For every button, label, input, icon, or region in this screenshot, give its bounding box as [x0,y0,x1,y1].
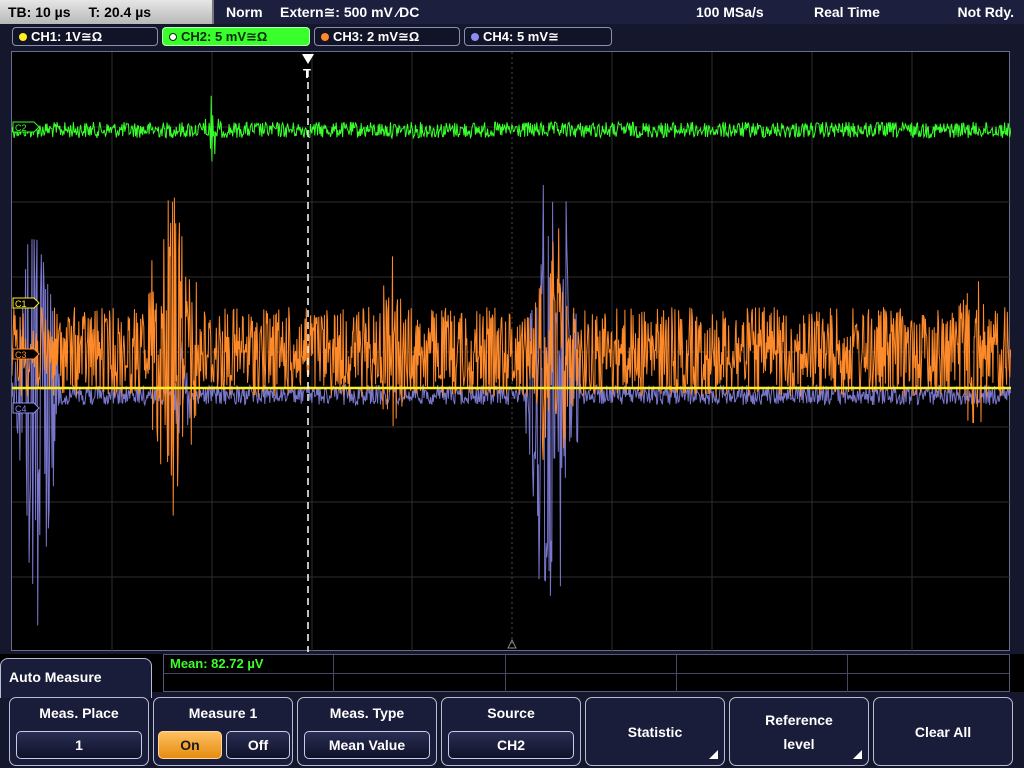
sample-rate: 100 MSa/s [696,4,764,20]
measurement-col-divider [333,655,334,692]
channel-1-label: CH1: 1V≅Ω [31,29,103,44]
channel-1-marker-label: C1 [15,299,27,309]
channel-3-dot-icon [321,33,329,41]
waveform-area: T C2 C1 C3 C4 [0,48,1024,654]
channel-4-offset-marker[interactable]: C4 [12,402,40,414]
meas-type-title: Meas. Type [329,705,405,721]
meas-place-value[interactable]: 1 [16,731,142,759]
submenu-corner-icon [853,750,862,759]
status-bar: TB: 10 µs T: 20.4 µs Norm Extern≅: 500 mV… [0,0,1024,24]
meas-place-title: Meas. Place [39,705,119,721]
measure-1-on-toggle[interactable]: On [158,731,222,759]
waveforms [12,95,1011,626]
channel-2-dot-icon [169,33,177,41]
measure-1-softkey[interactable]: Measure 1 On Off [153,697,293,766]
channel-3-tab[interactable]: CH3: 2 mV≅Ω [314,27,460,46]
channel-3-marker-label: C3 [15,350,27,360]
channel-4-label: CH4: 5 mV≅ [483,29,559,44]
mean-measurement-value: Mean: 82.72 µV [170,656,264,671]
timebase-box[interactable]: TB: 10 µs T: 20.4 µs [0,0,214,24]
channel-2-trace [12,95,1011,162]
menu-title: Auto Measure [9,669,102,685]
meas-type-value[interactable]: Mean Value [304,731,430,759]
waveform-svg: T C2 C1 C3 C4 [12,52,1011,652]
channel-3-label: CH3: 2 mV≅Ω [333,29,420,44]
measurement-col-divider [505,655,506,692]
channel-4-tab[interactable]: CH4: 5 mV≅ [464,27,612,46]
trigger-source[interactable]: Extern≅: 500 mV ⁄DC [280,0,419,24]
channel-1-dot-icon [19,33,27,41]
reference-level-softkey[interactable]: Reference level [729,697,869,766]
measure-1-title: Measure 1 [188,705,258,721]
source-value[interactable]: CH2 [448,731,574,759]
clear-all-label: Clear All [914,724,972,740]
measurement-row-divider [164,673,1009,674]
trigger-time-value: T: 20.4 µs [88,4,152,20]
source-softkey[interactable]: Source CH2 [441,697,581,766]
trigger-mode[interactable]: Norm [226,0,263,24]
trigger-marker-label: T [303,66,311,81]
channel-4-dot-icon [471,33,479,41]
channel-4-marker-label: C4 [15,404,27,414]
measurement-table: Mean: 82.72 µV [163,654,1010,692]
reference-label-line1: Reference [765,712,833,728]
channel-tab-row: CH1: 1V≅Ω CH2: 5 mV≅Ω CH3: 2 mV≅Ω CH4: 5… [0,24,1024,48]
channel-2-offset-marker[interactable]: C2 [12,121,40,133]
statistic-label: Statistic [627,724,683,740]
channel-2-tab[interactable]: CH2: 5 mV≅Ω [162,27,310,46]
channel-1-tab[interactable]: CH1: 1V≅Ω [12,27,158,46]
meas-type-softkey[interactable]: Meas. Type Mean Value [297,697,437,766]
statistic-softkey[interactable]: Statistic [585,697,725,766]
reference-label-line2: level [783,736,815,752]
waveform-display[interactable]: T C2 C1 C3 C4 [11,51,1011,652]
clear-all-softkey[interactable]: Clear All [873,697,1013,766]
channel-2-label: CH2: 5 mV≅Ω [181,29,268,44]
channel-1-offset-marker[interactable]: C1 [12,297,40,309]
timebase-value: TB: 10 µs [8,4,71,20]
acquisition-mode: Real Time [814,4,880,20]
trigger-status: Not Rdy. [957,4,1014,20]
menu-title-tab: Auto Measure [0,658,152,698]
measurement-col-divider [847,655,848,692]
submenu-corner-icon [709,750,718,759]
measurement-col-divider [676,655,677,692]
source-title: Source [487,705,535,721]
channel-2-marker-label: C2 [15,123,27,133]
measure-1-off-toggle[interactable]: Off [226,731,290,759]
channel-3-offset-marker[interactable]: C3 [12,348,40,360]
meas-place-softkey[interactable]: Meas. Place 1 [9,697,149,766]
channel-4-trace [12,184,1011,626]
